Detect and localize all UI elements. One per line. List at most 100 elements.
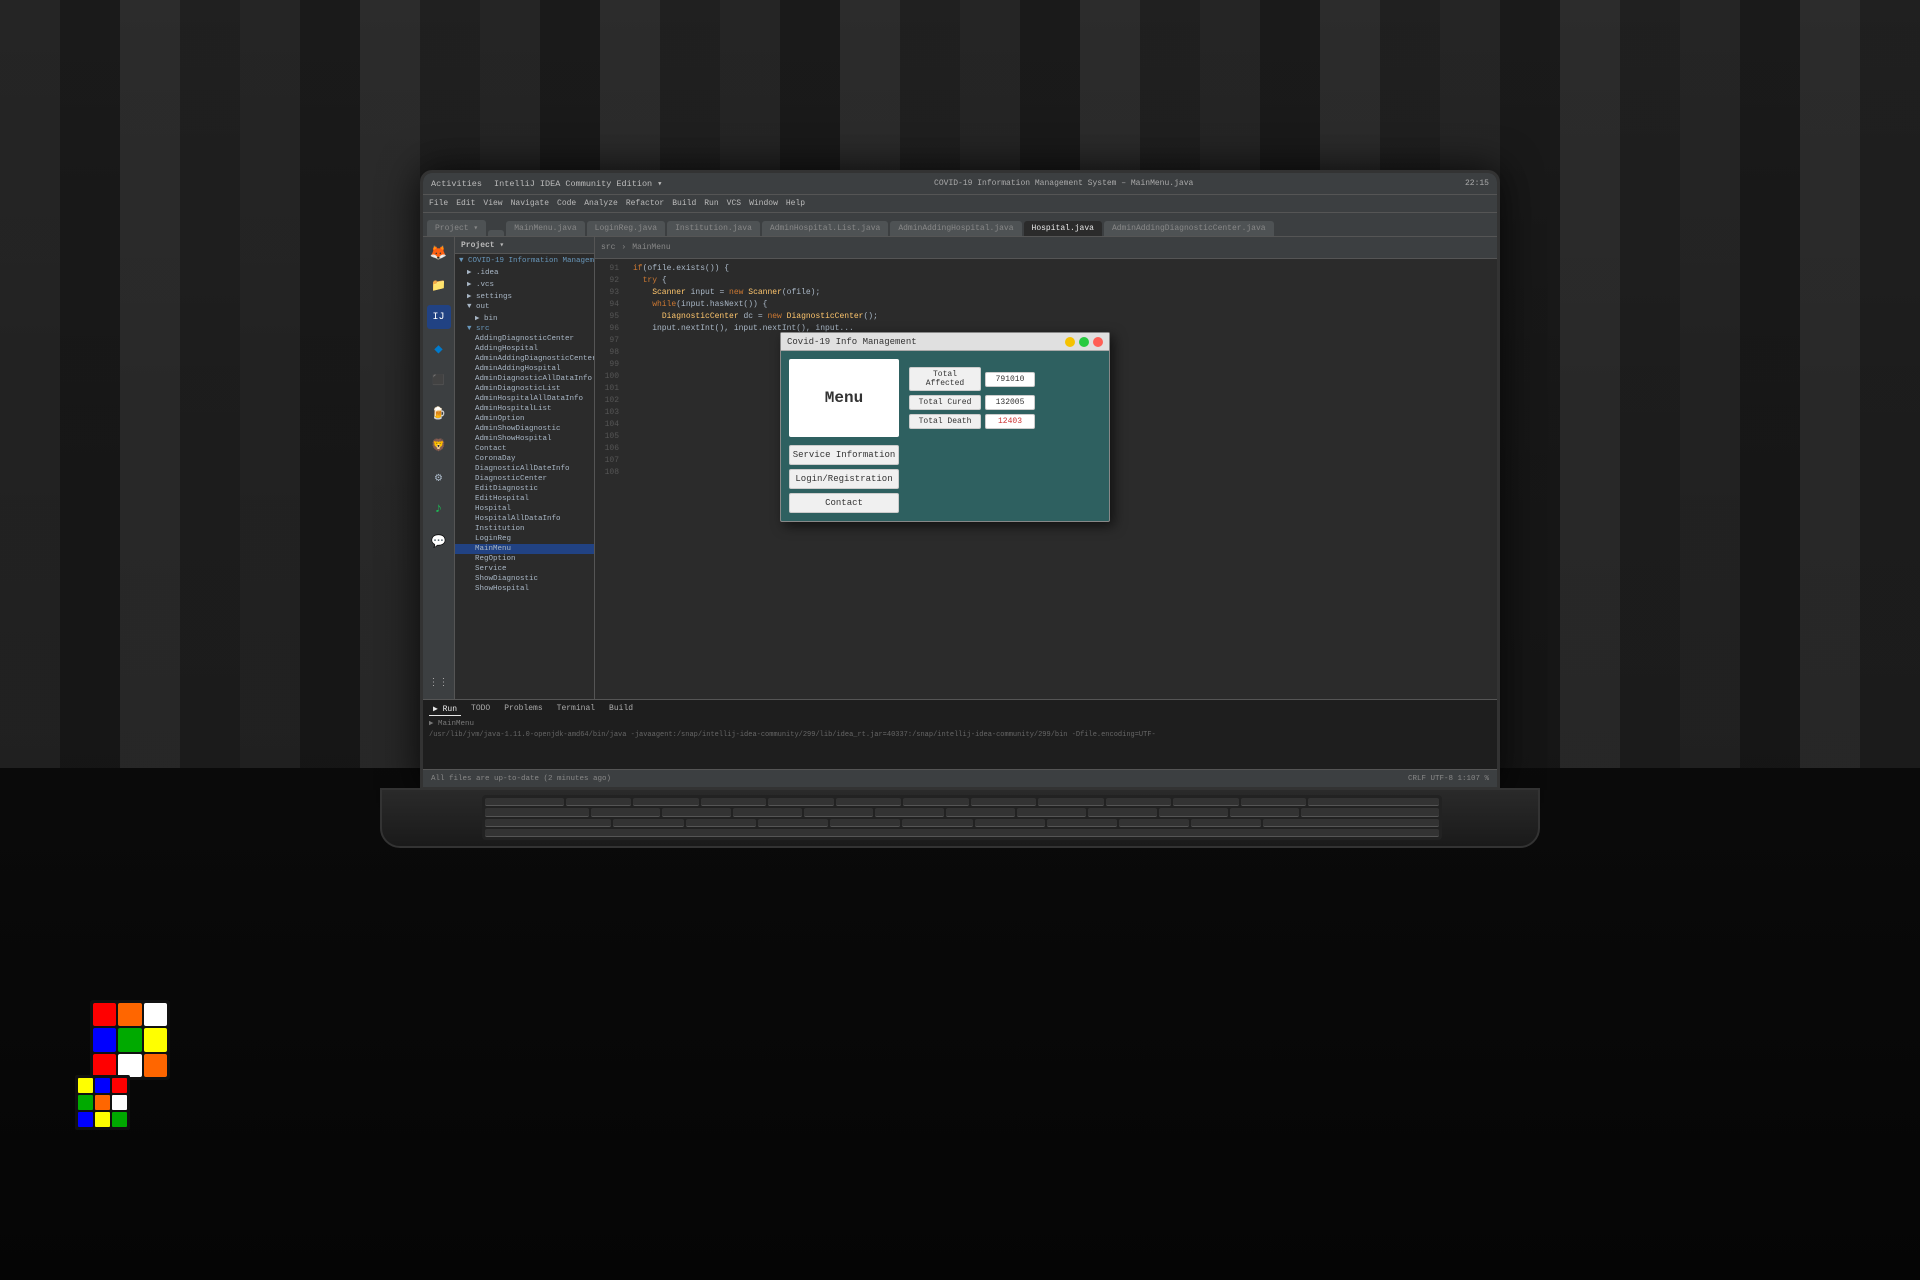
btn-maximize[interactable] <box>1079 337 1089 347</box>
tree-showdiagnostic[interactable]: ShowDiagnostic <box>455 574 594 584</box>
tree-editdiagnostic[interactable]: EditDiagnostic <box>455 484 594 494</box>
sidebar-icon-vscode[interactable]: ◆ <box>427 337 451 361</box>
tree-diagnosticalldate[interactable]: DiagnosticAllDateInfo <box>455 464 594 474</box>
key[interactable] <box>1017 808 1086 816</box>
sidebar-icon-brave[interactable]: 🦁 <box>427 433 451 457</box>
key-space[interactable] <box>485 829 1439 837</box>
menu-file[interactable]: File <box>429 199 448 208</box>
sidebar-icon-beer[interactable]: 🍺 <box>427 401 451 425</box>
key[interactable] <box>591 808 660 816</box>
sidebar-icon-spotify[interactable]: ♪ <box>427 497 451 521</box>
btn-login-reg[interactable]: Login/Registration <box>789 469 899 489</box>
menu-window[interactable]: Window <box>749 199 778 208</box>
terminal-tab-todo[interactable]: TODO <box>467 703 494 716</box>
sidebar-icon-terminal[interactable]: ⬛ <box>427 369 451 393</box>
tree-mainmenu[interactable]: MainMenu <box>455 544 594 554</box>
tree-diagnosticcenter[interactable]: DiagnosticCenter <box>455 474 594 484</box>
key[interactable] <box>566 798 632 806</box>
key[interactable] <box>1308 798 1439 806</box>
key[interactable] <box>902 819 972 827</box>
key[interactable] <box>804 808 873 816</box>
tree-institution[interactable]: Institution <box>455 524 594 534</box>
tab-hospital[interactable]: Hospital.java <box>1024 221 1102 236</box>
key[interactable] <box>686 819 756 827</box>
activities-label[interactable]: Activities <box>431 179 482 189</box>
key[interactable] <box>836 798 902 806</box>
key[interactable] <box>1301 808 1439 816</box>
tree-showhospital[interactable]: ShowHospital <box>455 584 594 594</box>
key[interactable] <box>1047 819 1117 827</box>
key[interactable] <box>768 798 834 806</box>
terminal-tab-run[interactable]: ▶ Run <box>429 703 461 716</box>
menu-refactor[interactable]: Refactor <box>626 199 664 208</box>
tab-loginreg[interactable]: LoginReg.java <box>587 221 665 236</box>
key[interactable] <box>613 819 683 827</box>
tree-edithospital[interactable]: EditHospital <box>455 494 594 504</box>
key[interactable] <box>701 798 767 806</box>
tree-loginreg[interactable]: LoginReg <box>455 534 594 544</box>
key[interactable] <box>1230 808 1299 816</box>
tree-contact[interactable]: Contact <box>455 444 594 454</box>
sidebar-icon-intellij[interactable]: IJ <box>427 305 451 329</box>
menu-view[interactable]: View <box>483 199 502 208</box>
tree-coronaday[interactable]: CoronaDay <box>455 454 594 464</box>
tree-addingdiagnostic[interactable]: AddingDiagnosticCenter <box>455 334 594 344</box>
tree-service[interactable]: Service <box>455 564 594 574</box>
tree-out[interactable]: ▼ out <box>455 302 594 312</box>
tree-admindiagnosticall[interactable]: AdminDiagnosticAllDataInfo <box>455 374 594 384</box>
btn-contact[interactable]: Contact <box>789 493 899 513</box>
tab-institution[interactable]: Institution.java <box>667 221 760 236</box>
key[interactable] <box>485 798 564 806</box>
key[interactable] <box>758 819 828 827</box>
tab-adminaddinghospital[interactable]: AdminAddingHospital.java <box>890 221 1021 236</box>
btn-service-info[interactable]: Service Information <box>789 445 899 465</box>
terminal-tab-terminal[interactable]: Terminal <box>553 703 599 716</box>
key[interactable] <box>971 798 1037 806</box>
tree-addinghospital[interactable]: AddingHospital <box>455 344 594 354</box>
tree-settings[interactable]: ▶ settings <box>455 290 594 302</box>
tab-adminhospitallist[interactable]: AdminHospital.List.java <box>762 221 888 236</box>
key[interactable] <box>485 808 589 816</box>
tree-adminhospitalall[interactable]: AdminHospitalAllDataInfo <box>455 394 594 404</box>
key[interactable] <box>1241 798 1307 806</box>
tree-bin[interactable]: ▶ bin <box>455 312 594 324</box>
tree-adminoption[interactable]: AdminOption <box>455 414 594 424</box>
tree-adminaddingdiagnostic[interactable]: AdminAddingDiagnosticCenter <box>455 354 594 364</box>
key[interactable] <box>975 819 1045 827</box>
sidebar-icon-folder[interactable]: 📁 <box>427 273 451 297</box>
sidebar-icon-message[interactable]: 💬 <box>427 529 451 553</box>
key[interactable] <box>1038 798 1104 806</box>
menu-run[interactable]: Run <box>704 199 718 208</box>
menu-analyze[interactable]: Analyze <box>584 199 618 208</box>
key[interactable] <box>1191 819 1261 827</box>
sidebar-icon-firefox[interactable]: 🦊 <box>427 241 451 265</box>
menu-build[interactable]: Build <box>672 199 696 208</box>
sidebar-icon-apps[interactable]: ⋮⋮ <box>427 671 451 695</box>
key[interactable] <box>946 808 1015 816</box>
tree-adminaddinghospital[interactable]: AdminAddingHospital <box>455 364 594 374</box>
tree-admindiagnosticlist[interactable]: AdminDiagnosticList <box>455 384 594 394</box>
menu-edit[interactable]: Edit <box>456 199 475 208</box>
terminal-tab-build[interactable]: Build <box>605 703 637 716</box>
key[interactable] <box>1119 819 1189 827</box>
key[interactable] <box>485 819 611 827</box>
tab-project[interactable]: Project ▾ <box>427 220 486 236</box>
key[interactable] <box>1159 808 1228 816</box>
btn-close[interactable] <box>1093 337 1103 347</box>
tab-adminaddingdiagnostic[interactable]: AdminAddingDiagnosticCenter.java <box>1104 221 1274 236</box>
tree-root[interactable]: ▼ COVID-19 Information Management System <box>455 256 594 266</box>
key[interactable] <box>633 798 699 806</box>
terminal-tab-problems[interactable]: Problems <box>500 703 546 716</box>
key[interactable] <box>662 808 731 816</box>
menu-navigate[interactable]: Navigate <box>511 199 549 208</box>
key[interactable] <box>1263 819 1439 827</box>
tree-adminhospitallist[interactable]: AdminHospitalList <box>455 404 594 414</box>
tree-regoption[interactable]: RegOption <box>455 554 594 564</box>
key[interactable] <box>733 808 802 816</box>
tab-mainmenu[interactable]: MainMenu.java <box>506 221 584 236</box>
tree-vcs[interactable]: ▶ .vcs <box>455 278 594 290</box>
tree-hospitalalldata[interactable]: HospitalAllDataInfo <box>455 514 594 524</box>
key[interactable] <box>1106 798 1172 806</box>
tree-src[interactable]: ▼ src <box>455 324 594 334</box>
key[interactable] <box>875 808 944 816</box>
